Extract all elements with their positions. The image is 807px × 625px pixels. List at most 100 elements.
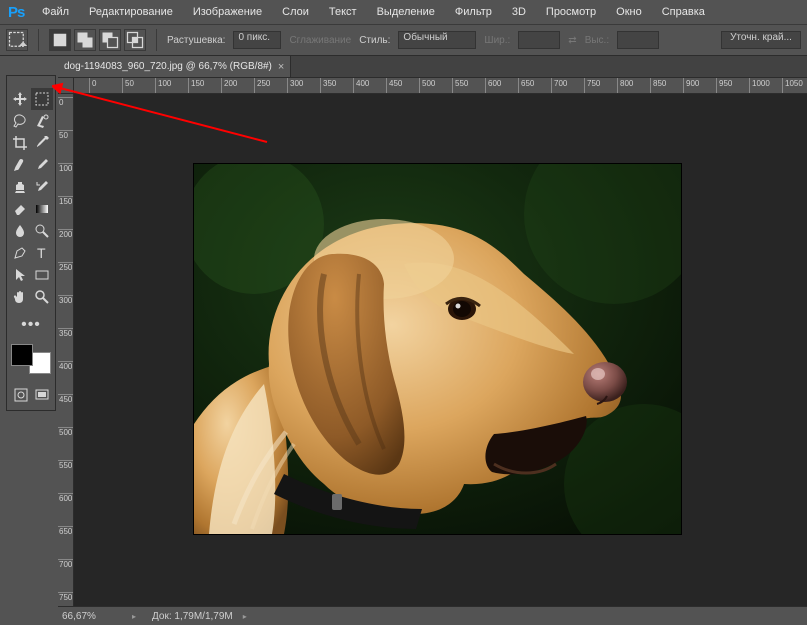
document-area: dog-1194083_960_720.jpg @ 66,7% (RGB/8#)… [58, 56, 807, 625]
spot-healing-brush-tool[interactable] [9, 154, 31, 176]
ruler-tick: 1000 [749, 78, 770, 93]
antialias-label: Сглаживание [289, 35, 351, 46]
eraser-tool[interactable] [9, 198, 31, 220]
menu-edit[interactable]: Редактирование [79, 0, 183, 24]
document-tab-title: dog-1194083_960_720.jpg @ 66,7% (RGB/8#) [64, 61, 272, 72]
document-tab[interactable]: dog-1194083_960_720.jpg @ 66,7% (RGB/8#)… [58, 56, 291, 77]
refine-edge-button[interactable]: Уточн. край... [721, 31, 801, 49]
intersect-selection-icon[interactable] [124, 29, 146, 51]
subtract-selection-icon[interactable] [99, 29, 121, 51]
style-select[interactable]: Обычный [398, 31, 476, 49]
ruler-tick: 750 [584, 78, 600, 93]
ruler-tick: 50 [122, 78, 134, 93]
move-tool[interactable] [9, 88, 31, 110]
swap-wh-icon: ⇄ [568, 35, 576, 46]
menu-3d[interactable]: 3D [502, 0, 536, 24]
vertical-ruler[interactable]: 0501001502002503003504004505005506006507… [58, 94, 74, 606]
edit-toolbar[interactable]: ••• [9, 314, 53, 336]
canvas-image [194, 164, 681, 534]
menu-window[interactable]: Окно [606, 0, 652, 24]
tools-panel: T ••• [6, 75, 56, 411]
zoom-menu-icon[interactable]: ▸ [132, 612, 142, 621]
hand-tool[interactable] [9, 286, 31, 308]
doc-info-menu-icon[interactable]: ▸ [243, 612, 253, 621]
ruler-origin[interactable] [58, 78, 74, 94]
selection-mode-group [49, 29, 146, 51]
ruler-tick: 250 [58, 262, 73, 272]
color-swatches[interactable] [9, 342, 53, 376]
pen-tool[interactable] [9, 242, 31, 264]
ruler-tick: 550 [58, 460, 73, 470]
current-tool-preset[interactable] [6, 29, 28, 51]
clone-stamp-tool[interactable] [9, 176, 31, 198]
menu-select[interactable]: Выделение [367, 0, 445, 24]
ruler-tick: 300 [287, 78, 303, 93]
ruler-tick: 100 [58, 163, 73, 173]
width-label: Шир.: [484, 35, 510, 46]
rectangle-tool[interactable] [31, 264, 53, 286]
ruler-tick: 500 [58, 427, 73, 437]
gradient-tool[interactable] [31, 198, 53, 220]
ruler-tick: 50 [58, 130, 73, 140]
close-icon[interactable]: × [278, 61, 284, 73]
ruler-tick: 950 [716, 78, 732, 93]
menu-text[interactable]: Текст [319, 0, 367, 24]
lasso-tool[interactable] [9, 110, 31, 132]
doc-info[interactable]: Док: 1,79M/1,79M [152, 611, 233, 622]
ruler-tick: 750 [58, 592, 73, 602]
tools-panel-header[interactable] [9, 78, 53, 86]
eyedropper-tool[interactable] [31, 132, 53, 154]
ruler-tick: 600 [58, 493, 73, 503]
horizontal-type-tool[interactable]: T [31, 242, 53, 264]
ruler-tick: 700 [58, 559, 73, 569]
ruler-tick: 0 [58, 97, 73, 107]
quick-selection-tool[interactable] [31, 110, 53, 132]
options-bar: Растушевка: 0 пикс. Сглаживание Стиль: О… [0, 24, 807, 56]
path-selection-tool[interactable] [9, 264, 31, 286]
canvas-viewport[interactable] [74, 94, 807, 606]
ruler-tick: 850 [650, 78, 666, 93]
zoom-level[interactable]: 66,67% [62, 611, 122, 622]
menu-help[interactable]: Справка [652, 0, 715, 24]
ruler-tick: 600 [485, 78, 501, 93]
ruler-tick: 200 [58, 229, 73, 239]
separator [38, 29, 39, 51]
ruler-tick: 400 [353, 78, 369, 93]
menu-image[interactable]: Изображение [183, 0, 272, 24]
ruler-tick: 350 [58, 328, 73, 338]
dodge-tool[interactable] [31, 220, 53, 242]
zoom-tool[interactable] [31, 286, 53, 308]
separator [156, 29, 157, 51]
menu-filter[interactable]: Фильтр [445, 0, 502, 24]
horizontal-ruler[interactable]: 1501005005010015020025030035040045050055… [74, 78, 807, 94]
quick-mask-mode[interactable] [11, 384, 30, 406]
menu-bar: Ps Файл Редактирование Изображение Слои … [0, 0, 807, 24]
foreground-color-swatch[interactable] [11, 344, 33, 366]
menu-view[interactable]: Просмотр [536, 0, 606, 24]
ruler-tick: 650 [518, 78, 534, 93]
rectangular-marquee-tool[interactable] [31, 88, 53, 110]
add-selection-icon[interactable] [74, 29, 96, 51]
document-tabs: dog-1194083_960_720.jpg @ 66,7% (RGB/8#)… [58, 56, 807, 78]
screen-mode[interactable] [32, 384, 51, 406]
ruler-tick: 0 [89, 78, 96, 93]
status-bar: 66,67% ▸ Док: 1,79M/1,79M ▸ [58, 606, 807, 625]
brush-tool[interactable] [31, 154, 53, 176]
menu-file[interactable]: Файл [32, 0, 79, 24]
ruler-tick: 150 [188, 78, 204, 93]
history-brush-tool[interactable] [31, 176, 53, 198]
ruler-tick: 800 [617, 78, 633, 93]
width-input [518, 31, 560, 49]
ruler-tick: 450 [58, 394, 73, 404]
ruler-tick: 400 [58, 361, 73, 371]
crop-tool[interactable] [9, 132, 31, 154]
height-label: Выс.: [585, 35, 609, 46]
feather-input[interactable]: 0 пикс. [233, 31, 281, 49]
ruler-tick: 200 [221, 78, 237, 93]
blur-tool[interactable] [9, 220, 31, 242]
ruler-tick: 100 [155, 78, 171, 93]
menu-layer[interactable]: Слои [272, 0, 319, 24]
ruler-tick: 250 [254, 78, 270, 93]
new-selection-icon[interactable] [49, 29, 71, 51]
height-input [617, 31, 659, 49]
